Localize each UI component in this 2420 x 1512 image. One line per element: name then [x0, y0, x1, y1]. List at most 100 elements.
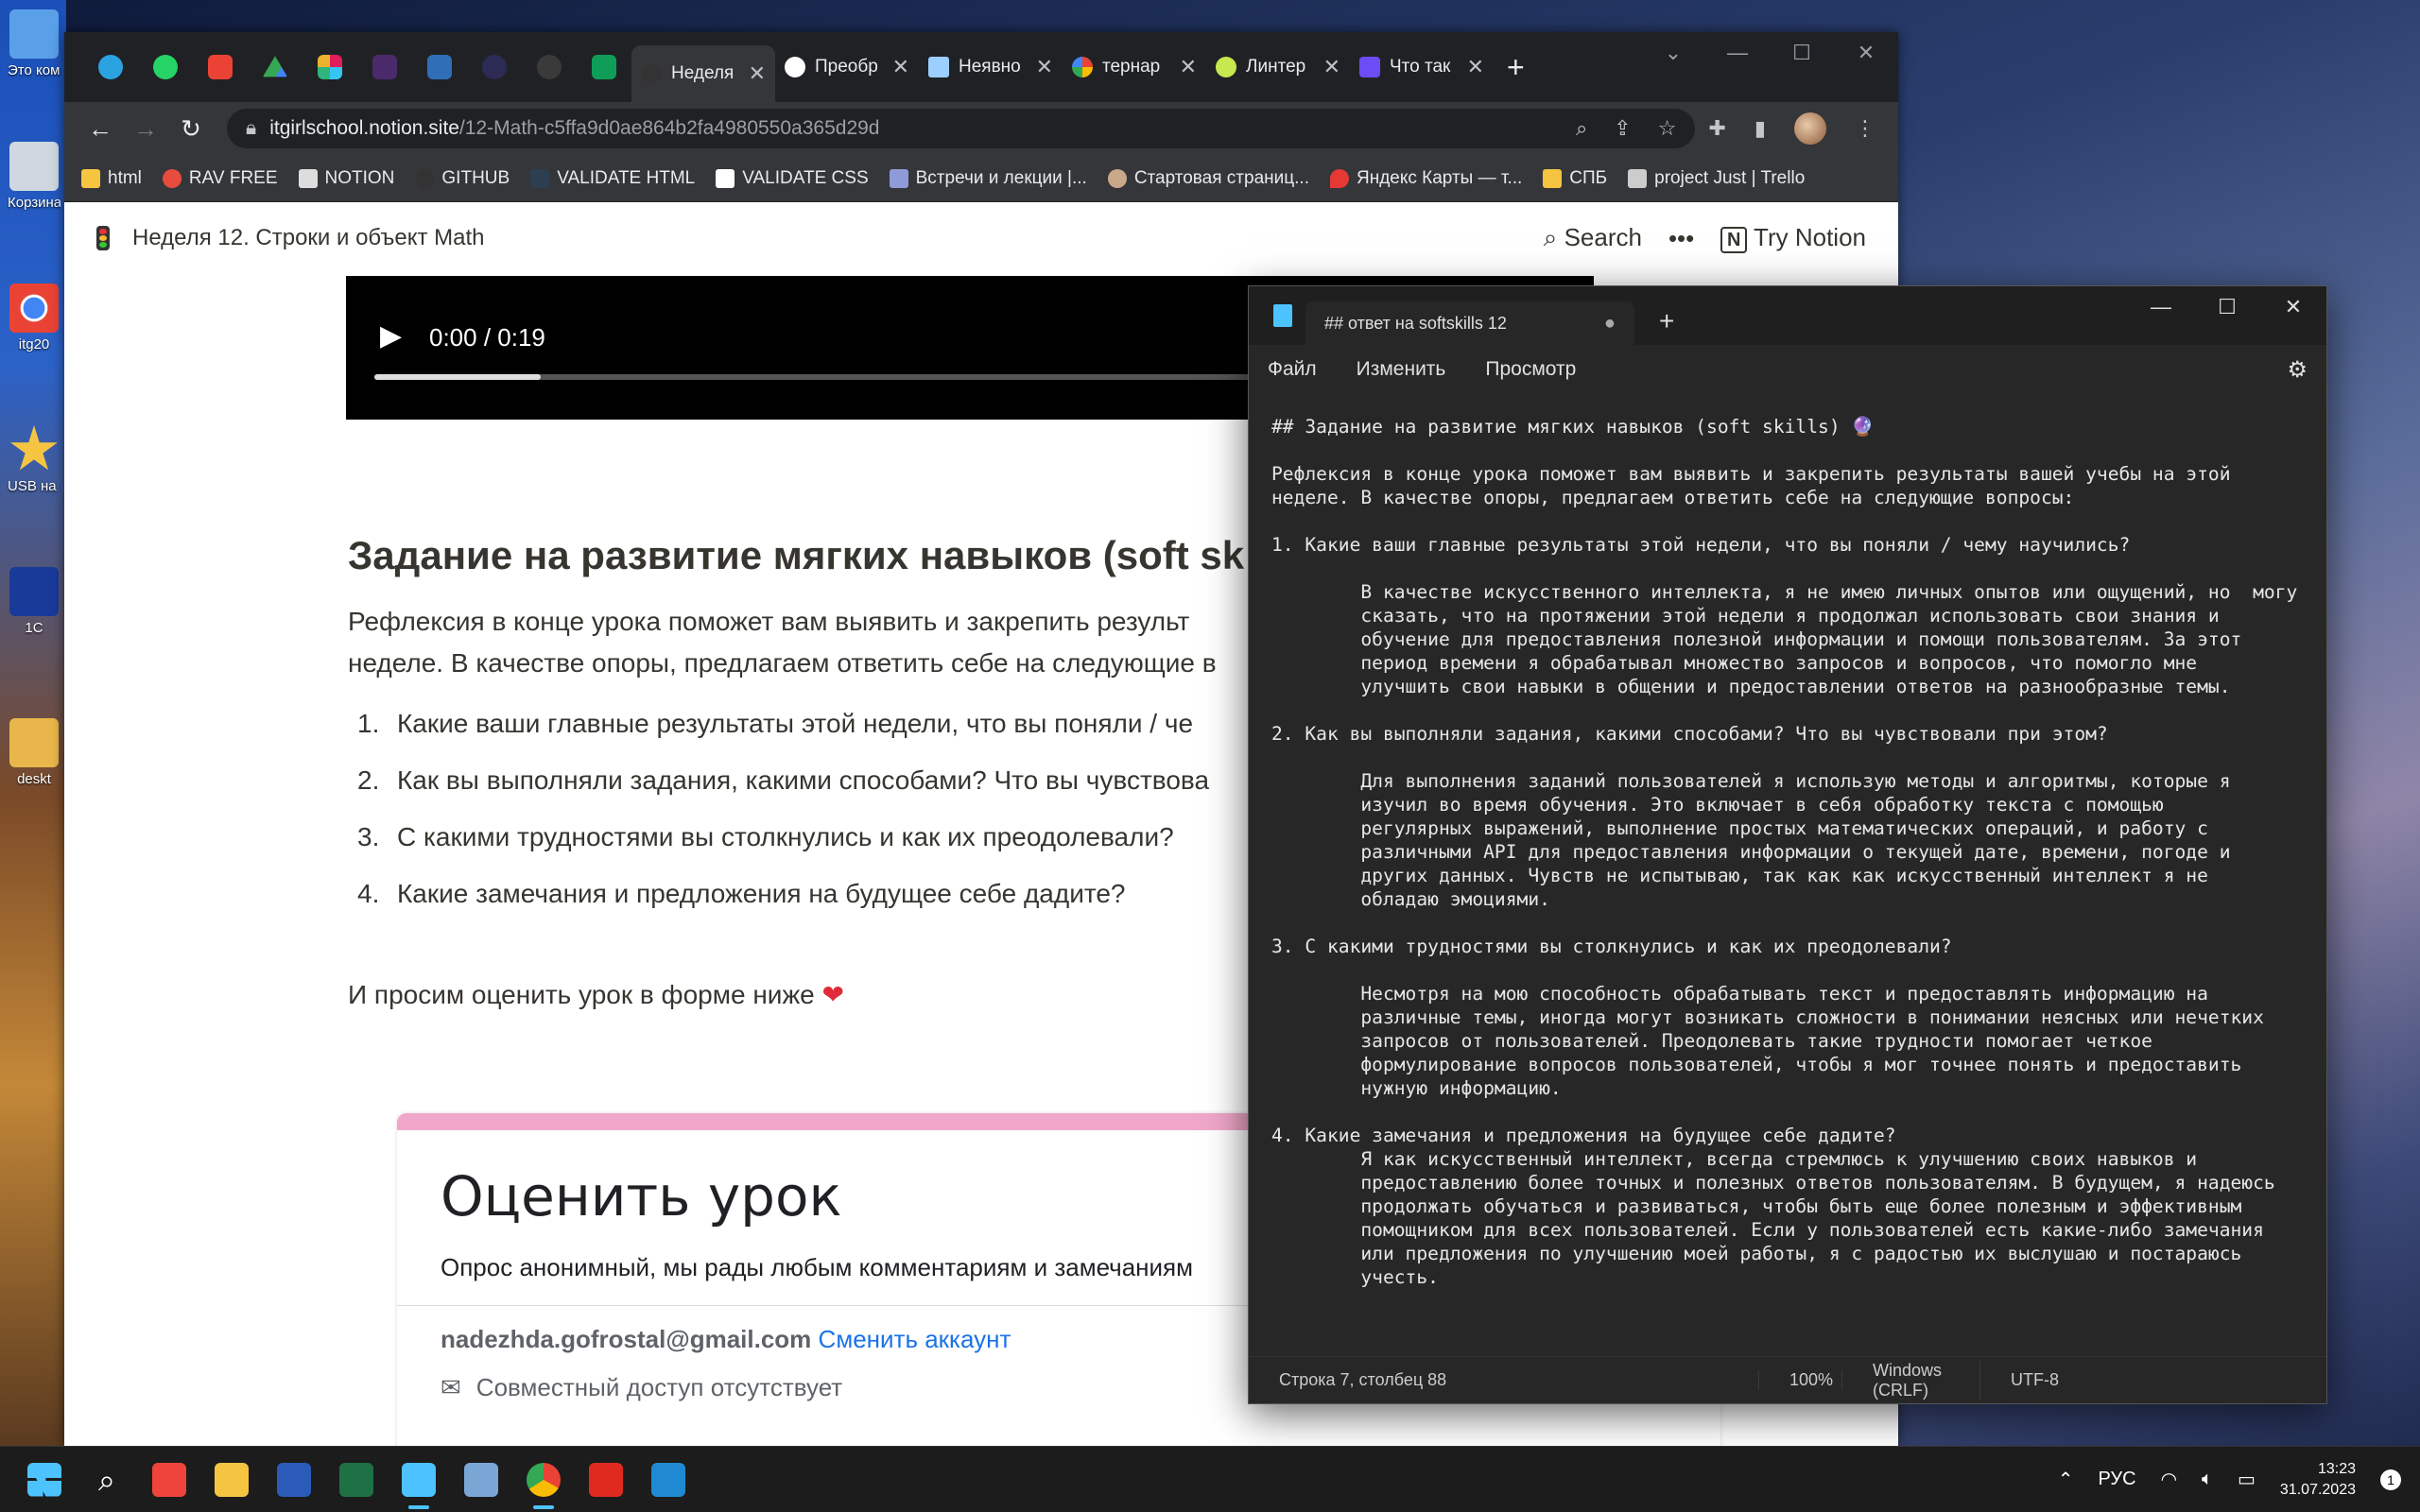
extensions-puzzle-icon[interactable]: ✚: [1708, 116, 1725, 141]
text-line: помощником для всех пользователей. Если …: [1271, 1219, 2264, 1241]
notepad-tab[interactable]: ## ответ на softskills 12 ●: [1305, 301, 1634, 345]
minimize-button[interactable]: —: [1705, 32, 1770, 74]
pinned-tab-sheets[interactable]: [577, 43, 631, 92]
tray-overflow-chevron-icon[interactable]: ⌃: [2058, 1468, 2074, 1491]
taskbar-explorer[interactable]: [200, 1449, 263, 1511]
pinned-tab-whatsapp[interactable]: [138, 43, 193, 92]
new-tab-button[interactable]: +: [1507, 50, 1525, 85]
taskbar-notepad[interactable]: [388, 1449, 450, 1511]
tab-search-icon[interactable]: ⌄: [1641, 32, 1705, 74]
menu-file[interactable]: Файл: [1268, 358, 1317, 381]
share-icon[interactable]: ⇪: [1614, 116, 1631, 141]
taskbar-vscode[interactable]: [637, 1449, 700, 1511]
text-line: 3. С какими трудностями вы столкнулись и…: [1271, 936, 1952, 957]
bookmark-meetings[interactable]: Встречи и лекции |...: [889, 168, 1087, 189]
taskbar-anydesk[interactable]: [138, 1449, 200, 1511]
bookmark-html[interactable]: html: [81, 168, 142, 189]
profile-avatar[interactable]: [1794, 112, 1826, 145]
play-icon[interactable]: ▶: [380, 319, 402, 352]
maximize-button[interactable]: ☐: [1770, 32, 1834, 74]
pinned-tab-telegram[interactable]: [83, 43, 138, 92]
bookmark-notion[interactable]: NOTION: [298, 168, 394, 189]
side-panel-icon[interactable]: ▮: [1754, 116, 1766, 141]
tab-3[interactable]: Неявно ✕: [919, 43, 1063, 92]
bookmark-yandex-maps[interactable]: Яндекс Карты — т...: [1329, 168, 1522, 189]
close-tab-icon[interactable]: ✕: [1323, 55, 1340, 79]
bookmark-trello[interactable]: project Just | Trello: [1628, 168, 1805, 189]
notepad-text-area[interactable]: ## Задание на развитие мягких навыков (s…: [1271, 415, 2319, 1350]
notepad-new-tab-button[interactable]: +: [1659, 306, 1674, 336]
change-account-link[interactable]: Сменить аккаунт: [819, 1325, 1011, 1353]
taskbar-search[interactable]: ⌕: [76, 1449, 138, 1511]
reload-button[interactable]: ↻: [168, 114, 214, 144]
desktop-icon-computer[interactable]: Это компьютер: [8, 9, 60, 78]
list-text: Как вы выполняли задания, какими способа…: [397, 765, 1210, 795]
taskbar-photos[interactable]: [450, 1449, 512, 1511]
battery-icon[interactable]: ▭: [2238, 1468, 2256, 1491]
close-tab-icon[interactable]: ✕: [1036, 55, 1053, 79]
menu-kebab-icon[interactable]: ⋮: [1855, 116, 1876, 141]
taskbar-acrobat[interactable]: [575, 1449, 637, 1511]
taskbar-chrome[interactable]: [512, 1449, 575, 1511]
minimize-button[interactable]: —: [2128, 286, 2194, 328]
tab-6[interactable]: Что так ✕: [1350, 43, 1494, 92]
desktop-icon-recycle-bin[interactable]: Корзина: [8, 142, 60, 211]
tab-5[interactable]: Линтер ✕: [1206, 43, 1350, 92]
start-button[interactable]: [13, 1449, 76, 1511]
computer-icon: [9, 9, 59, 59]
notification-badge[interactable]: 1: [2380, 1469, 2401, 1490]
bookmark-star-icon[interactable]: ☆: [1658, 116, 1677, 141]
pinned-tab-drive[interactable]: [248, 43, 302, 92]
no-share-icon: ✉: [441, 1373, 461, 1401]
settings-gear-icon[interactable]: ⚙: [2287, 356, 2308, 384]
clock[interactable]: 13:23 31.07.2023: [2280, 1459, 2356, 1501]
wifi-icon[interactable]: ◠: [2161, 1468, 2177, 1491]
bookmark-start-page[interactable]: Стартовая страниц...: [1107, 168, 1309, 189]
pinned-tab-app[interactable]: [357, 43, 412, 92]
close-tab-icon[interactable]: ✕: [1180, 55, 1197, 79]
desktop-icon-chrome[interactable]: itg20: [8, 284, 60, 352]
tab-notion[interactable]: Неделя ✕: [631, 45, 775, 102]
unsaved-dot-icon[interactable]: ●: [1604, 313, 1616, 335]
maximize-button[interactable]: ☐: [2194, 286, 2260, 328]
pinned-tab-slack[interactable]: [302, 43, 357, 92]
bookmark-spb[interactable]: СПБ: [1543, 168, 1607, 189]
bookmark-validate-css[interactable]: VALIDATE CSS: [716, 168, 869, 189]
section-heading: Задание на развитие мягких навыков (soft…: [348, 533, 1245, 577]
menu-edit[interactable]: Изменить: [1357, 358, 1446, 381]
close-button[interactable]: ✕: [1834, 32, 1898, 74]
tab-2[interactable]: Преобр ✕: [775, 43, 919, 92]
bookmark-label: project Just | Trello: [1654, 167, 1806, 188]
address-bar[interactable]: 🔒︎ itgirlschool.notion.site/12-Math-c5ff…: [227, 109, 1696, 148]
desktop-icon-usb[interactable]: USB на (G) - Яр: [8, 425, 60, 494]
taskbar-excel[interactable]: [325, 1449, 388, 1511]
forward-button[interactable]: →: [123, 114, 168, 144]
taskbar-word[interactable]: [263, 1449, 325, 1511]
close-tab-icon[interactable]: ✕: [1467, 55, 1484, 79]
google-icon: [1072, 57, 1093, 77]
list-item: 4. Какие замечания и предложения на будущ…: [357, 866, 1209, 922]
close-tab-icon[interactable]: ✕: [749, 61, 766, 86]
zoom-icon[interactable]: ⌕: [1576, 116, 1587, 141]
search-button[interactable]: ⌕ Search: [1544, 223, 1642, 253]
more-options-button[interactable]: •••: [1668, 224, 1694, 253]
pinned-tab-github[interactable]: [522, 43, 577, 92]
pinned-tab-docs[interactable]: [412, 43, 467, 92]
pinned-tab-gmail[interactable]: [193, 43, 248, 92]
desktop-icon-desktop-folder[interactable]: deskt: [8, 718, 60, 787]
bookmark-rav[interactable]: RAV FREE: [162, 168, 278, 189]
pinned-tab-code[interactable]: [467, 43, 522, 92]
bookmark-github[interactable]: GITHUB: [415, 168, 510, 189]
language-indicator[interactable]: РУС: [2099, 1469, 2136, 1490]
breadcrumb[interactable]: Неделя 12. Строки и объект Math: [132, 225, 485, 251]
back-button[interactable]: ←: [78, 114, 123, 144]
desktop-icon-1c[interactable]: 1С: [8, 567, 60, 636]
volume-icon[interactable]: 🔈︎: [2202, 1469, 2213, 1490]
notepad-menubar: Файл Изменить Просмотр ⚙: [1249, 345, 2326, 394]
menu-view[interactable]: Просмотр: [1485, 358, 1576, 381]
close-tab-icon[interactable]: ✕: [892, 55, 909, 79]
try-notion-button[interactable]: N Try Notion: [1720, 223, 1866, 253]
bookmark-validate-html[interactable]: VALIDATE HTML: [530, 168, 695, 189]
close-button[interactable]: ✕: [2260, 286, 2326, 328]
tab-4[interactable]: тернар ✕: [1063, 43, 1206, 92]
